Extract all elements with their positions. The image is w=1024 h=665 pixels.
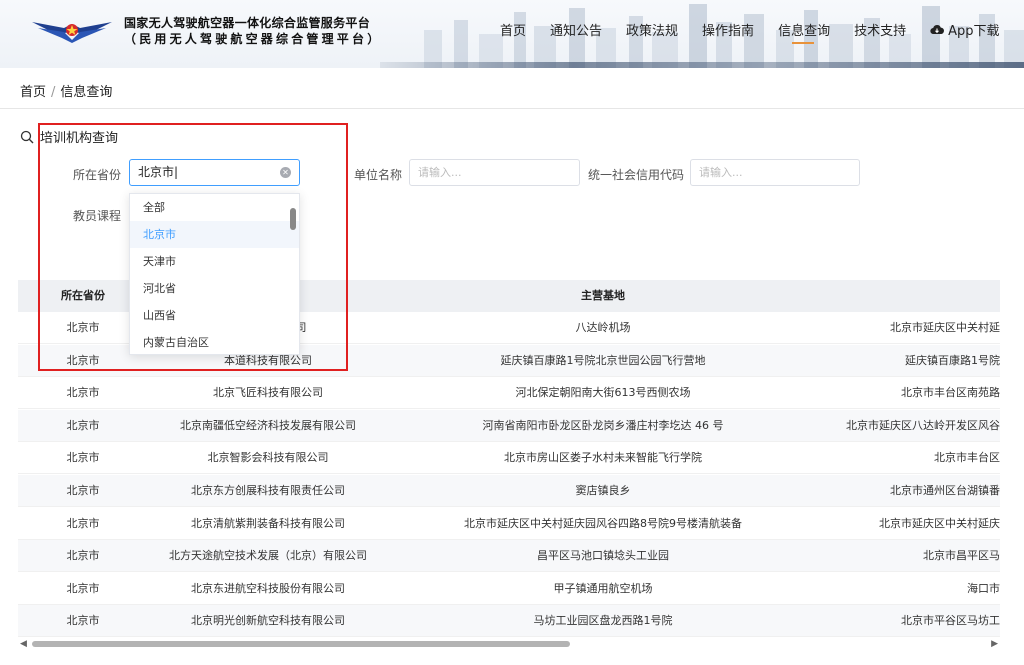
cell-address: 北京市丰台区 — [934, 451, 1000, 465]
brand-title: 国家无人驾驶航空器一体化综合监管服务平台 — [124, 16, 371, 30]
column-header-base: 主营基地 — [581, 289, 625, 302]
cell-province: 北京市 — [66, 484, 100, 497]
breadcrumb-home[interactable]: 首页 — [20, 85, 46, 100]
breadcrumb-current: 信息查询 — [60, 85, 113, 100]
cell-base: 北京市房山区娄子水村未来智能飞行学院 — [504, 451, 702, 465]
cell-address: 北京市昌平区马 — [923, 549, 1000, 563]
cell-province: 北京市 — [66, 451, 100, 465]
logo-icon — [32, 22, 112, 43]
nav-app-download[interactable]: App下载 — [930, 20, 1000, 39]
nav-home[interactable]: 首页 — [500, 20, 526, 39]
dropdown-scrollbar[interactable] — [290, 208, 296, 230]
scroll-right-icon[interactable]: ▶ — [991, 638, 998, 650]
app-download-label: App下载 — [948, 24, 1000, 39]
table-row[interactable]: 北京市 北方天途航空技术发展（北京）有限公司 昌平区马池口镇埝头工业园 北京市昌平区马 — [18, 540, 1000, 573]
cloud-download-icon — [930, 25, 945, 35]
nav-info-query[interactable]: 信息查询 — [778, 20, 830, 44]
province-option[interactable]: 内蒙古自治区 — [130, 329, 299, 354]
cell-address: 北京市丰台区南苑路 — [901, 386, 1000, 400]
cell-base: 昌平区马池口镇埝头工业园 — [537, 549, 669, 563]
credit-code-label: 统一社会信用代码 — [588, 168, 685, 182]
cell-address: 北京市平谷区马坊工 — [901, 614, 1000, 628]
unit-name-placeholder: 请输入... — [418, 166, 462, 179]
cell-base: 甲子镇通用航空机场 — [553, 581, 653, 595]
cell-base: 窦店镇良乡 — [575, 484, 631, 497]
cell-base: 河南省南阳市卧龙区卧龙岗乡潘庄村李圪达 46 号 — [482, 418, 724, 432]
cell-address: 延庆镇百康路1号院 — [905, 353, 1000, 367]
cell-address: 北京市通州区台湖镇番 — [890, 484, 1000, 497]
breadcrumb-separator: / — [51, 85, 56, 100]
panel-title: 培训机构查询 — [20, 127, 118, 146]
nav-guide[interactable]: 操作指南 — [702, 20, 754, 39]
cell-province: 北京市 — [66, 614, 100, 628]
breadcrumb: 首页 / 信息查询 — [20, 81, 112, 100]
table-row[interactable]: 北京市 北京东方创展科技有限责任公司 窦店镇良乡 北京市通州区台湖镇番 — [18, 475, 1000, 507]
horizontal-scrollbar[interactable]: ◀ ▶ — [18, 638, 1000, 650]
cell-address: 海口市 — [967, 581, 1000, 595]
nav-tech-support[interactable]: 技术支持 — [854, 20, 906, 39]
cell-address: 北京市延庆区中关村延 — [890, 321, 1000, 334]
cell-org-name: 北京东进航空科技股份有限公司 — [191, 581, 345, 595]
cell-province: 北京市 — [66, 418, 100, 432]
cell-base: 延庆镇百康路1号院北京世园公园飞行营地 — [500, 353, 706, 367]
province-dropdown: 全部 北京市 天津市 河北省 山西省 内蒙古自治区 — [129, 193, 300, 355]
cell-base: 马坊工业园区盘龙西路1号院 — [533, 614, 673, 628]
table-row[interactable]: 北京市 北京南疆低空经济科技发展有限公司 河南省南阳市卧龙区卧龙岗乡潘庄村李圪达 4… — [18, 409, 1000, 442]
header-decoration-bar — [380, 62, 1024, 68]
clear-icon[interactable]: ✕ — [280, 167, 291, 178]
table-row[interactable]: 北京市 北京明光创新航空科技有限公司 马坊工业园区盘龙西路1号院 北京市平谷区马坊工 — [18, 605, 1000, 638]
cell-org-name: 北京清航紫荆装备科技有限公司 — [191, 516, 345, 530]
divider — [0, 108, 1024, 109]
province-option[interactable]: 天津市 — [130, 248, 299, 275]
province-option[interactable]: 北京市 — [130, 221, 299, 248]
cell-org-name: 北京南疆低空经济科技发展有限公司 — [180, 418, 356, 432]
table-row[interactable]: 北京市 北京智影会科技有限公司 北京市房山区娄子水村未来智能飞行学院 北京市丰台区 — [18, 442, 1000, 475]
cell-address: 北京市延庆区中关村延庆 — [879, 516, 1000, 530]
cell-province: 北京市 — [66, 386, 100, 400]
brand-subtitle: （民用无人驾驶航空器综合管理平台） — [124, 32, 383, 46]
cell-org-name: 北京飞匠科技有限公司 — [213, 386, 323, 400]
course-label: 教员课程 — [73, 209, 122, 223]
province-option[interactable]: 河北省 — [130, 275, 299, 302]
scrollbar-thumb[interactable] — [32, 641, 570, 647]
credit-code-input[interactable]: 请输入... — [690, 159, 860, 186]
table-row[interactable]: 北京市 北京东进航空科技股份有限公司 甲子镇通用航空机场 海口市 — [18, 573, 1000, 605]
province-select[interactable]: 北京市| ✕ — [129, 159, 300, 186]
cell-org-name: 北京东方创展科技有限责任公司 — [191, 484, 345, 497]
nav-notices[interactable]: 通知公告 — [550, 20, 602, 39]
province-option[interactable]: 全部 — [130, 194, 299, 221]
cell-base: 八达岭机场 — [575, 321, 631, 334]
unit-name-input[interactable]: 请输入... — [409, 159, 580, 186]
table-row[interactable]: 北京市 北京清航紫荆装备科技有限公司 北京市延庆区中关村延庆园风谷四路8号院9号楼清… — [18, 508, 1000, 540]
table-row[interactable]: 北京市 北京飞匠科技有限公司 河北保定朝阳南大街613号西侧农场 北京市丰台区南苑路 — [18, 377, 1000, 410]
credit-code-placeholder: 请输入... — [699, 166, 743, 179]
cell-province: 北京市 — [66, 549, 100, 563]
province-option[interactable]: 山西省 — [130, 302, 299, 329]
cell-org-name: 北京智影会科技有限公司 — [207, 451, 329, 465]
cell-base: 北京市延庆区中关村延庆园风谷四路8号院9号楼清航装备 — [464, 516, 742, 530]
unit-name-label: 单位名称 — [354, 168, 403, 182]
site-header: 国家无人驾驶航空器一体化综合监管服务平台 （民用无人驾驶航空器综合管理平台） 首… — [0, 0, 1024, 68]
panel-title-text: 培训机构查询 — [40, 131, 119, 146]
column-header-address — [818, 280, 1000, 312]
province-value: 北京市 — [138, 165, 175, 179]
cell-org-name: 北方天途航空技术发展（北京）有限公司 — [169, 549, 367, 563]
cell-base: 河北保定朝阳南大街613号西侧农场 — [515, 386, 691, 400]
scroll-left-icon[interactable]: ◀ — [20, 638, 27, 650]
cell-address: 北京市延庆区八达岭开发区风谷 — [846, 418, 1000, 432]
search-icon — [20, 130, 34, 143]
cell-org-name: 北京明光创新航空科技有限公司 — [191, 614, 345, 628]
cell-province: 北京市 — [66, 581, 100, 595]
province-label: 所在省份 — [73, 168, 122, 182]
nav-policies[interactable]: 政策法规 — [626, 20, 678, 39]
main-nav: 首页 通知公告 政策法规 操作指南 信息查询 技术支持 App下载 — [500, 20, 1000, 44]
cell-province: 北京市 — [66, 516, 100, 530]
